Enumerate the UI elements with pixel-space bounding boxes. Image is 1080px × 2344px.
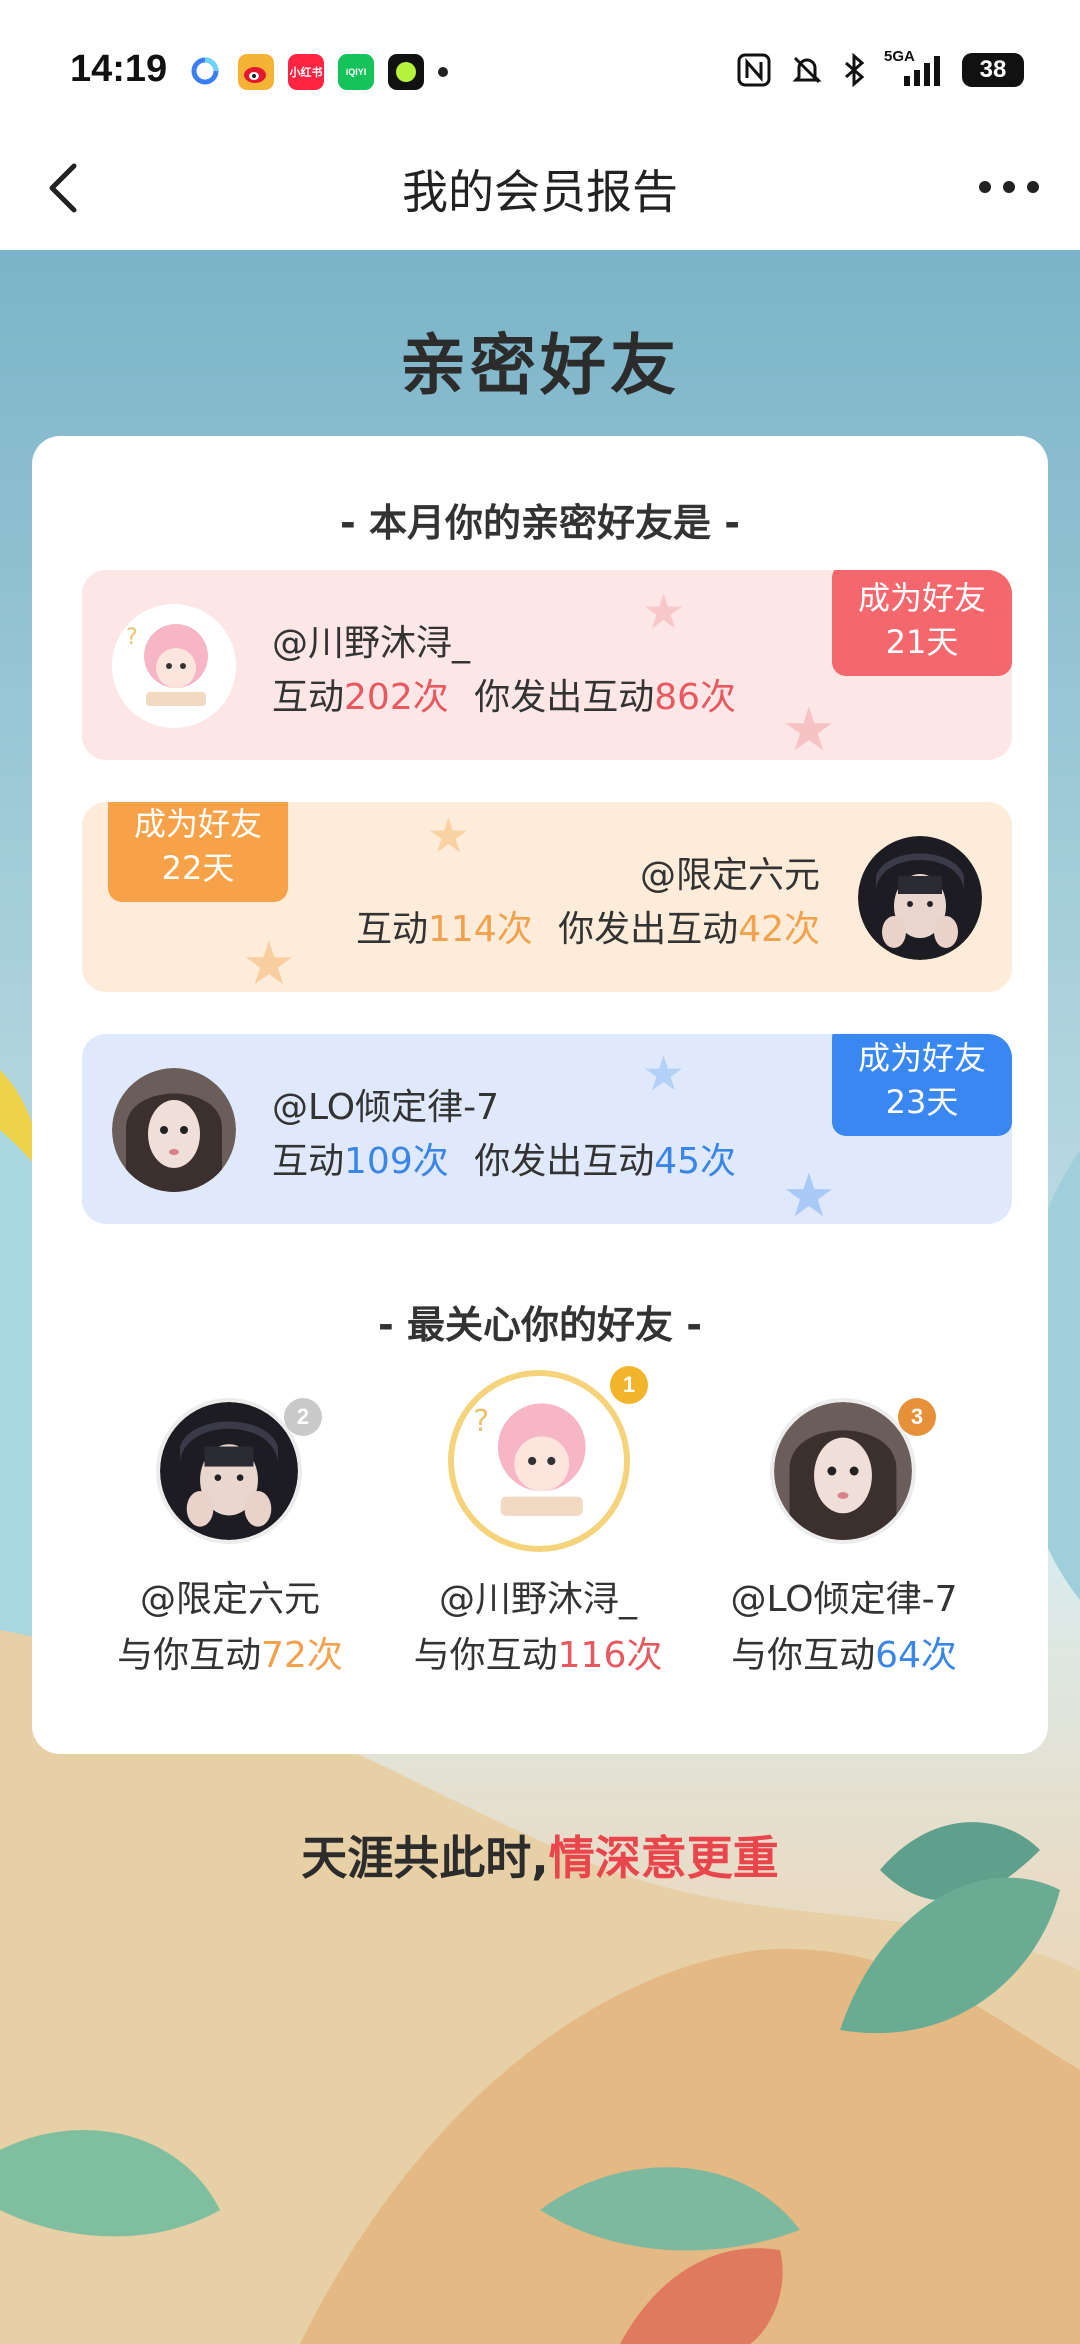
notification-icons: 小红书 iQIYI: [188, 54, 448, 90]
friend-avatar[interactable]: [112, 1068, 236, 1192]
interact-count: 109次: [344, 1141, 449, 1182]
rank-medal-icon: 2: [284, 1398, 322, 1436]
sent-count: 45次: [654, 1141, 737, 1182]
sent-label: 你发出互动: [558, 909, 739, 950]
sent-label: 你发出互动: [474, 1141, 655, 1182]
status-bar: 14:19 小红书 iQIYI 5GA 38: [0, 0, 1080, 148]
caring-friend-name[interactable]: @LO倾定律-7: [694, 1570, 994, 1622]
signal-icon: 5GA: [884, 48, 944, 88]
friends-card: - 本月你的亲密好友是 - ★ ★ ? @川野沐浔_ 互动202次 你发出互动8…: [32, 436, 1048, 1754]
slogan-part2: 情深意更重: [548, 1831, 779, 1885]
badge-days: 23天: [885, 1083, 959, 1121]
badge-label: 成为好友: [133, 805, 262, 843]
monthly-friends-heading: - 本月你的亲密好友是 -: [339, 501, 740, 545]
interact-count: 116次: [557, 1635, 663, 1676]
caring-friend-interactions: 与你互动64次: [694, 1626, 994, 1678]
star-decoration: ★: [642, 1046, 686, 1102]
caring-friend-avatar[interactable]: [770, 1398, 916, 1544]
battery-indicator: 38: [962, 53, 1024, 87]
star-decoration: ★: [642, 584, 686, 640]
weibo-app-icon: [238, 54, 274, 90]
badge-label: 成为好友: [857, 1039, 986, 1077]
caring-friend-interactions: 与你互动72次: [80, 1626, 380, 1678]
friendship-days-badge: 成为好友 22天: [108, 802, 288, 912]
more-options-icon[interactable]: [974, 172, 1044, 202]
rank-medal-icon: 1: [610, 1366, 648, 1404]
friendship-days-badge: 成为好友 21天: [832, 570, 1012, 686]
badge-days: 21天: [885, 623, 959, 661]
section-title: 亲密好友: [400, 327, 680, 404]
interact-count: 72次: [261, 1635, 343, 1676]
interact-label: 互动: [272, 1141, 345, 1182]
page-title: 我的会员报告: [402, 165, 678, 219]
svg-text:?: ?: [126, 625, 138, 650]
mute-bell-icon: [792, 56, 822, 84]
slogan: 天涯共此时,情深意更重: [0, 1822, 1080, 1888]
badge-days: 22天: [161, 849, 235, 887]
more-notifications-dot: [438, 67, 448, 77]
caring-friend-avatar[interactable]: [156, 1398, 302, 1544]
star-decoration: ★: [782, 695, 836, 760]
interact-label: 与你互动: [731, 1635, 876, 1676]
interact-count: 64次: [875, 1635, 957, 1676]
interact-count: 202次: [344, 677, 449, 718]
interact-label: 与你互动: [117, 1635, 262, 1676]
slogan-part1: 天涯共此时,: [301, 1831, 549, 1885]
star-decoration: ★: [242, 929, 296, 992]
friendship-days-badge: 成为好友 23天: [832, 1034, 1012, 1146]
interact-label: 互动: [355, 909, 428, 950]
rank-medal-icon: 3: [898, 1398, 936, 1436]
star-decoration: ★: [782, 1161, 836, 1224]
caring-friend-interactions: 与你互动116次: [388, 1626, 688, 1678]
system-icons: 5GA 38: [736, 48, 1024, 88]
friend-avatar[interactable]: ?: [112, 604, 236, 728]
xiaohongshu-app-icon: 小红书: [288, 54, 324, 90]
friend-interactions: 互动202次 你发出互动86次: [272, 668, 736, 720]
iqiyi-app-icon: iQIYI: [338, 54, 374, 90]
nav-bar: 我的会员报告: [0, 148, 1080, 250]
search-app-icon: [188, 54, 224, 90]
friend-interactions: 互动114次 你发出互动42次: [356, 900, 820, 952]
caring-friend-name[interactable]: @川野沐浔_: [388, 1570, 688, 1622]
friend-interactions: 互动109次 你发出互动45次: [272, 1132, 736, 1184]
sent-count: 86次: [654, 677, 737, 718]
sent-count: 42次: [738, 909, 820, 950]
green-dot-app-icon: [388, 54, 424, 90]
sent-label: 你发出互动: [474, 677, 655, 718]
caring-friends-heading: - 最关心你的好友 -: [377, 1303, 702, 1347]
nfc-icon: [737, 53, 771, 87]
friend-avatar[interactable]: [858, 836, 982, 960]
status-time: 14:19: [70, 48, 168, 90]
friend-row[interactable]: ★ ★ 成为好友 22天 @限定六元 互动114次 你发出互动42次: [82, 802, 1012, 992]
friend-row[interactable]: ★ ★ @LO倾定律-7 互动109次 你发出互动45次 成为好友 23天: [82, 1034, 1012, 1224]
friend-name[interactable]: @限定六元: [640, 846, 820, 898]
caring-friend-name[interactable]: @限定六元: [80, 1570, 380, 1622]
friend-name[interactable]: @LO倾定律-7: [272, 1078, 499, 1130]
friend-row[interactable]: ★ ★ ? @川野沐浔_ 互动202次 你发出互动86次 成为好友 21天: [82, 570, 1012, 760]
svg-text:?: ?: [473, 1404, 489, 1439]
badge-label: 成为好友: [857, 579, 986, 617]
bluetooth-icon: [845, 53, 865, 87]
interact-label: 互动: [272, 677, 345, 718]
interact-label: 与你互动: [413, 1635, 558, 1676]
star-decoration: ★: [427, 808, 471, 864]
caring-friend-avatar[interactable]: ?: [448, 1370, 630, 1552]
interact-count: 114次: [428, 909, 533, 950]
friend-name[interactable]: @川野沐浔_: [272, 614, 470, 666]
